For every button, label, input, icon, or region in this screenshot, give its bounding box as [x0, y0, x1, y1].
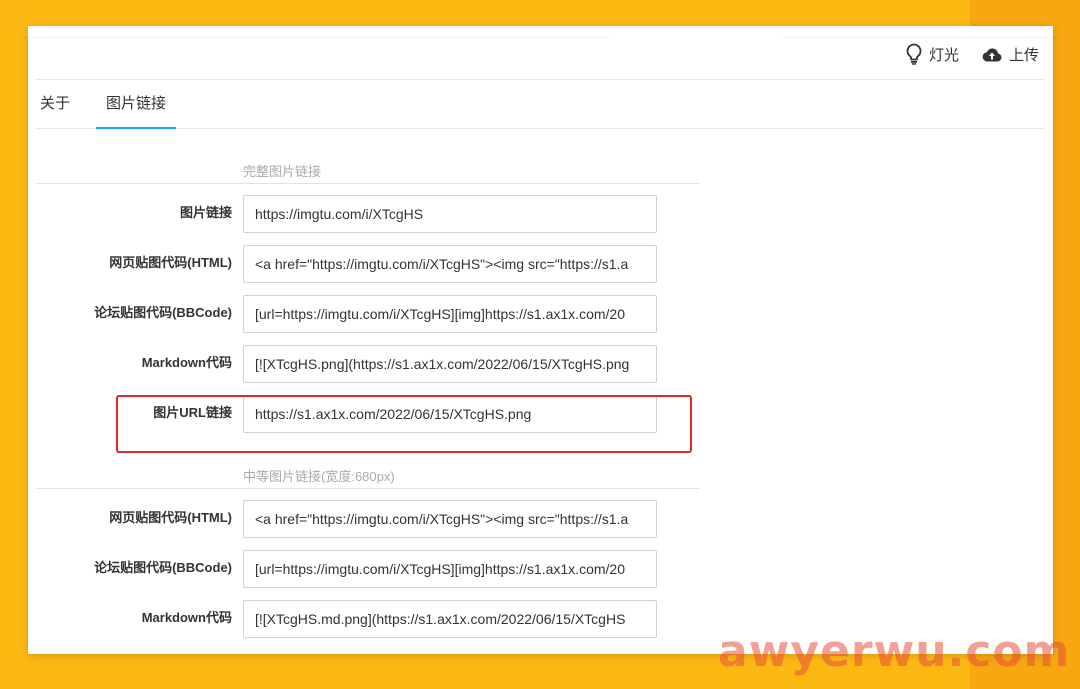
field-label: 图片URL链接	[153, 405, 232, 420]
upload-label: 上传	[1008, 46, 1039, 64]
section-title-medium-links: 中等图片链接(宽度:680px)	[36, 469, 700, 489]
bbcode-input[interactable]: [url=https://imgtu.com/i/XTcgHS][img]htt…	[243, 295, 657, 333]
field-label: Markdown代码	[141, 610, 232, 625]
row-medium-bbcode: 论坛贴图代码(BBCode) [url=https://imgtu.com/i/…	[36, 550, 700, 588]
tab-about[interactable]: 关于	[36, 81, 80, 128]
image-url-input[interactable]: https://s1.ax1x.com/2022/06/15/XTcgHS.pn…	[243, 395, 657, 433]
light-label: 灯光	[928, 46, 959, 64]
row-html-code: 网页贴图代码(HTML) <a href="https://imgtu.com/…	[36, 245, 700, 283]
row-medium-markdown: Markdown代码 [![XTcgHS.md.png](https://s1.…	[36, 600, 700, 638]
row-bbcode: 论坛贴图代码(BBCode) [url=https://imgtu.com/i/…	[36, 295, 700, 333]
header-actions: 灯光 上传	[905, 43, 1039, 65]
field-label: 论坛贴图代码(BBCode)	[94, 305, 232, 320]
cloud-upload-icon	[981, 45, 1003, 63]
field-label: Markdown代码	[141, 355, 232, 370]
row-medium-html-code: 网页贴图代码(HTML) <a href="https://imgtu.com/…	[36, 500, 700, 538]
field-label: 网页贴图代码(HTML)	[109, 255, 232, 270]
field-label: 论坛贴图代码(BBCode)	[94, 560, 232, 575]
row-markdown: Markdown代码 [![XTcgHS.png](https://s1.ax1…	[36, 345, 700, 383]
medium-bbcode-input[interactable]: [url=https://imgtu.com/i/XTcgHS][img]htt…	[243, 550, 657, 588]
section-title-full-links: 完整图片链接	[36, 164, 700, 184]
markdown-input[interactable]: [![XTcgHS.png](https://s1.ax1x.com/2022/…	[243, 345, 657, 383]
tab-image-links[interactable]: 图片链接	[96, 81, 177, 129]
medium-markdown-input[interactable]: [![XTcgHS.md.png](https://s1.ax1x.com/20…	[243, 600, 657, 638]
html-code-input[interactable]: <a href="https://imgtu.com/i/XTcgHS"><im…	[243, 245, 657, 283]
header: 灯光 上传	[36, 38, 1045, 80]
light-toggle-button[interactable]: 灯光	[905, 43, 959, 65]
lightbulb-icon	[905, 43, 923, 65]
row-image-url: 图片URL链接 https://s1.ax1x.com/2022/06/15/X…	[36, 395, 700, 433]
watermark: awyerwu.com	[718, 626, 1071, 677]
row-image-link: 图片链接 https://imgtu.com/i/XTcgHS	[36, 195, 700, 233]
field-label: 网页贴图代码(HTML)	[109, 510, 232, 525]
upload-button[interactable]: 上传	[981, 44, 1039, 65]
main-card: 灯光 上传 关于 图片链接 完整图片链接 图片链接 https://imgtu.…	[28, 26, 1053, 654]
image-link-input[interactable]: https://imgtu.com/i/XTcgHS	[243, 195, 657, 233]
field-label: 图片链接	[179, 205, 232, 220]
tab-bar: 关于 图片链接	[36, 81, 1045, 129]
medium-html-code-input[interactable]: <a href="https://imgtu.com/i/XTcgHS"><im…	[243, 500, 657, 538]
